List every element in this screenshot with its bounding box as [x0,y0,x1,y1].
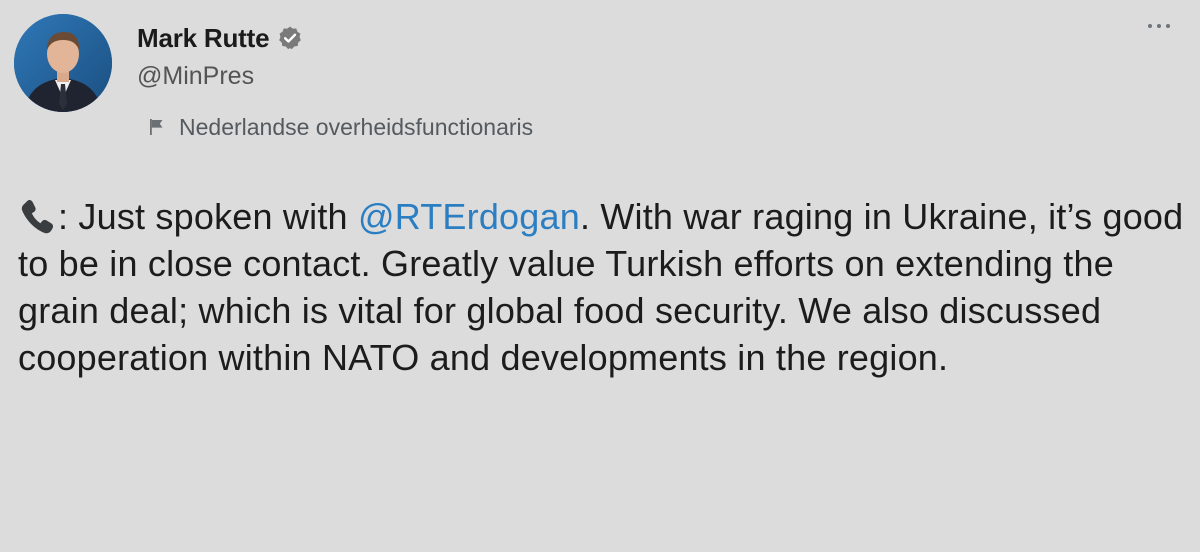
author-name-row[interactable]: Mark Rutte [137,20,303,56]
avatar[interactable] [14,14,112,112]
telephone-receiver-icon [21,199,54,234]
tweet-text: : Just spoken with @RTErdogan. With war … [18,193,1188,381]
more-dot [1157,24,1161,28]
more-options-icon[interactable] [1148,24,1170,28]
more-dot [1166,24,1170,28]
more-dot [1148,24,1152,28]
tweet-card: Mark Rutte @MinPres Nederlandse overheid… [0,0,1200,552]
flag-icon [150,119,163,135]
government-label[interactable]: Nederlandse overheidsfunctionaris [147,111,533,143]
verified-badge-icon [279,26,302,50]
mention-link[interactable]: @RTErdogan [358,196,580,237]
author-display-name[interactable]: Mark Rutte [137,23,270,54]
tweet-text-before-mention: : Just spoken with [58,196,358,237]
author-handle[interactable]: @MinPres [137,62,254,91]
government-label-text: Nederlandse overheidsfunctionaris [179,113,534,140]
